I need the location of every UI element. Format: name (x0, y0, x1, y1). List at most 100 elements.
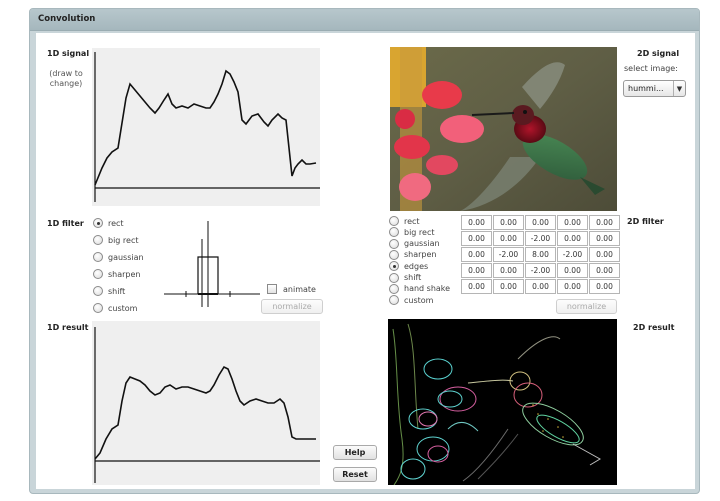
kernel-cell[interactable]: 0.00 (461, 215, 492, 230)
hummingbird-photo (390, 47, 617, 211)
animate-label: animate (283, 285, 316, 294)
kernel-cell[interactable]: 0.00 (493, 263, 524, 278)
signal-2d-label: 2D signal (637, 49, 680, 58)
filter-2d-option-gaussian[interactable]: gaussian (389, 238, 440, 249)
kernel-cell[interactable]: 0.00 (557, 263, 588, 278)
radio-button[interactable] (93, 252, 103, 262)
filter-1d-plot (164, 219, 260, 311)
kernel-cell[interactable]: 0.00 (589, 231, 620, 246)
filter-1d-option-shift[interactable]: shift (93, 286, 125, 296)
kernel-cell[interactable]: 0.00 (461, 263, 492, 278)
radio-button[interactable] (389, 283, 399, 294)
help-button[interactable]: Help (333, 445, 377, 460)
radio-label: hand shake (404, 284, 451, 294)
radio-button[interactable] (389, 272, 399, 283)
filter-1d-option-rect[interactable]: rect (93, 218, 124, 228)
filter-2d-option-shift[interactable]: shift (389, 272, 422, 283)
kernel-cell[interactable]: -2.00 (525, 231, 556, 246)
radio-button[interactable] (93, 218, 103, 228)
filter-1d-label: 1D filter (47, 219, 84, 228)
radio-label: sharpen (108, 269, 141, 279)
result-1d-plot (94, 327, 320, 483)
title-bar: Convolution (30, 9, 699, 31)
signal-1d-canvas[interactable] (92, 48, 320, 206)
select-image-label: select image: (624, 64, 678, 73)
radio-button[interactable] (389, 249, 399, 260)
result-1d-canvas (92, 321, 320, 485)
content-area: 1D signal (draw to change) 2D signal sel… (36, 33, 695, 489)
filter-2d-label: 2D filter (627, 217, 664, 226)
filter-1d-option-sharpen[interactable]: sharpen (93, 269, 141, 279)
kernel-cell[interactable]: -2.00 (525, 263, 556, 278)
kernel-cell[interactable]: 0.00 (493, 215, 524, 230)
radio-label: big rect (108, 235, 139, 245)
radio-button[interactable] (93, 235, 103, 245)
result-2d-image (388, 319, 617, 485)
radio-button[interactable] (389, 227, 399, 238)
filter-2d-option-big-rect[interactable]: big rect (389, 227, 435, 238)
radio-label: custom (108, 303, 138, 313)
filter-1d-option-gaussian[interactable]: gaussian (93, 252, 144, 262)
kernel-cell[interactable]: 0.00 (525, 215, 556, 230)
kernel-cell[interactable]: 0.00 (557, 279, 588, 294)
kernel-cell[interactable]: 0.00 (557, 215, 588, 230)
filter-2d-option-custom[interactable]: custom (389, 295, 434, 306)
kernel-cell[interactable]: 0.00 (589, 279, 620, 294)
result-1d-label: 1D result (47, 323, 89, 332)
normalize-2d-button[interactable]: normalize (556, 299, 617, 314)
radio-label: rect (404, 216, 420, 226)
draw-hint-line2: change) (49, 79, 83, 88)
kernel-cell[interactable]: 0.00 (589, 215, 620, 230)
radio-label: custom (404, 295, 434, 305)
kernel-cell[interactable]: 0.00 (589, 263, 620, 278)
kernel-cell[interactable]: -2.00 (557, 247, 588, 262)
image-select[interactable]: hummi... ▼ (623, 80, 686, 97)
radio-label: rect (108, 218, 124, 228)
signal-1d-label: 1D signal (47, 49, 90, 58)
edge-detected-image (392, 323, 601, 485)
signal-2d-image (390, 47, 617, 211)
radio-label: gaussian (108, 252, 144, 262)
radio-label: shift (404, 273, 422, 282)
signal-1d-plot (94, 52, 320, 202)
animate-checkbox[interactable] (267, 284, 277, 294)
result-2d-label: 2D result (633, 323, 675, 332)
kernel-cell[interactable]: 0.00 (461, 231, 492, 246)
kernel-cell[interactable]: 0.00 (525, 279, 556, 294)
radio-button[interactable] (93, 286, 103, 296)
kernel-cell[interactable]: 0.00 (493, 231, 524, 246)
radio-label: gaussian (404, 239, 440, 249)
draw-hint-line1: (draw to (49, 69, 83, 78)
radio-label: shift (108, 286, 126, 296)
radio-button[interactable] (389, 238, 399, 249)
filter-1d-option-big-rect[interactable]: big rect (93, 235, 139, 245)
radio-label: sharpen (404, 250, 437, 260)
kernel-cell[interactable]: 0.00 (461, 279, 492, 294)
kernel-cell[interactable]: 0.00 (493, 279, 524, 294)
filter-2d-option-edges[interactable]: edges (389, 261, 429, 272)
kernel-cell[interactable]: 0.00 (557, 231, 588, 246)
filter-1d-kernel-graph (164, 221, 260, 307)
kernel-cell[interactable]: 0.00 (589, 247, 620, 262)
kernel-cell[interactable]: 0.00 (461, 247, 492, 262)
window-title: Convolution (38, 14, 96, 24)
radio-button[interactable] (389, 295, 399, 306)
kernel-cell[interactable]: 8.00 (525, 247, 556, 262)
draw-hint: (draw to change) (46, 69, 86, 89)
filter-2d-option-rect[interactable]: rect (389, 216, 420, 226)
filter-2d-option-hand-shake[interactable]: hand shake (389, 283, 451, 294)
filter-2d-option-sharpen[interactable]: sharpen (389, 249, 437, 260)
reset-button[interactable]: Reset (333, 467, 377, 482)
kernel-cell[interactable]: -2.00 (493, 247, 524, 262)
chevron-down-icon: ▼ (673, 81, 685, 96)
convolution-window: Convolution 1D signal (draw to change) 2… (29, 8, 700, 494)
normalize-1d-button[interactable]: normalize (261, 299, 323, 314)
radio-button[interactable] (93, 269, 103, 279)
radio-button[interactable] (93, 303, 103, 313)
radio-label: edges (404, 261, 429, 271)
radio-label: big rect (404, 227, 435, 237)
filter-1d-option-custom[interactable]: custom (93, 303, 137, 313)
image-select-value: hummi... (628, 84, 664, 93)
radio-button[interactable] (389, 216, 399, 226)
radio-button[interactable] (389, 261, 399, 272)
